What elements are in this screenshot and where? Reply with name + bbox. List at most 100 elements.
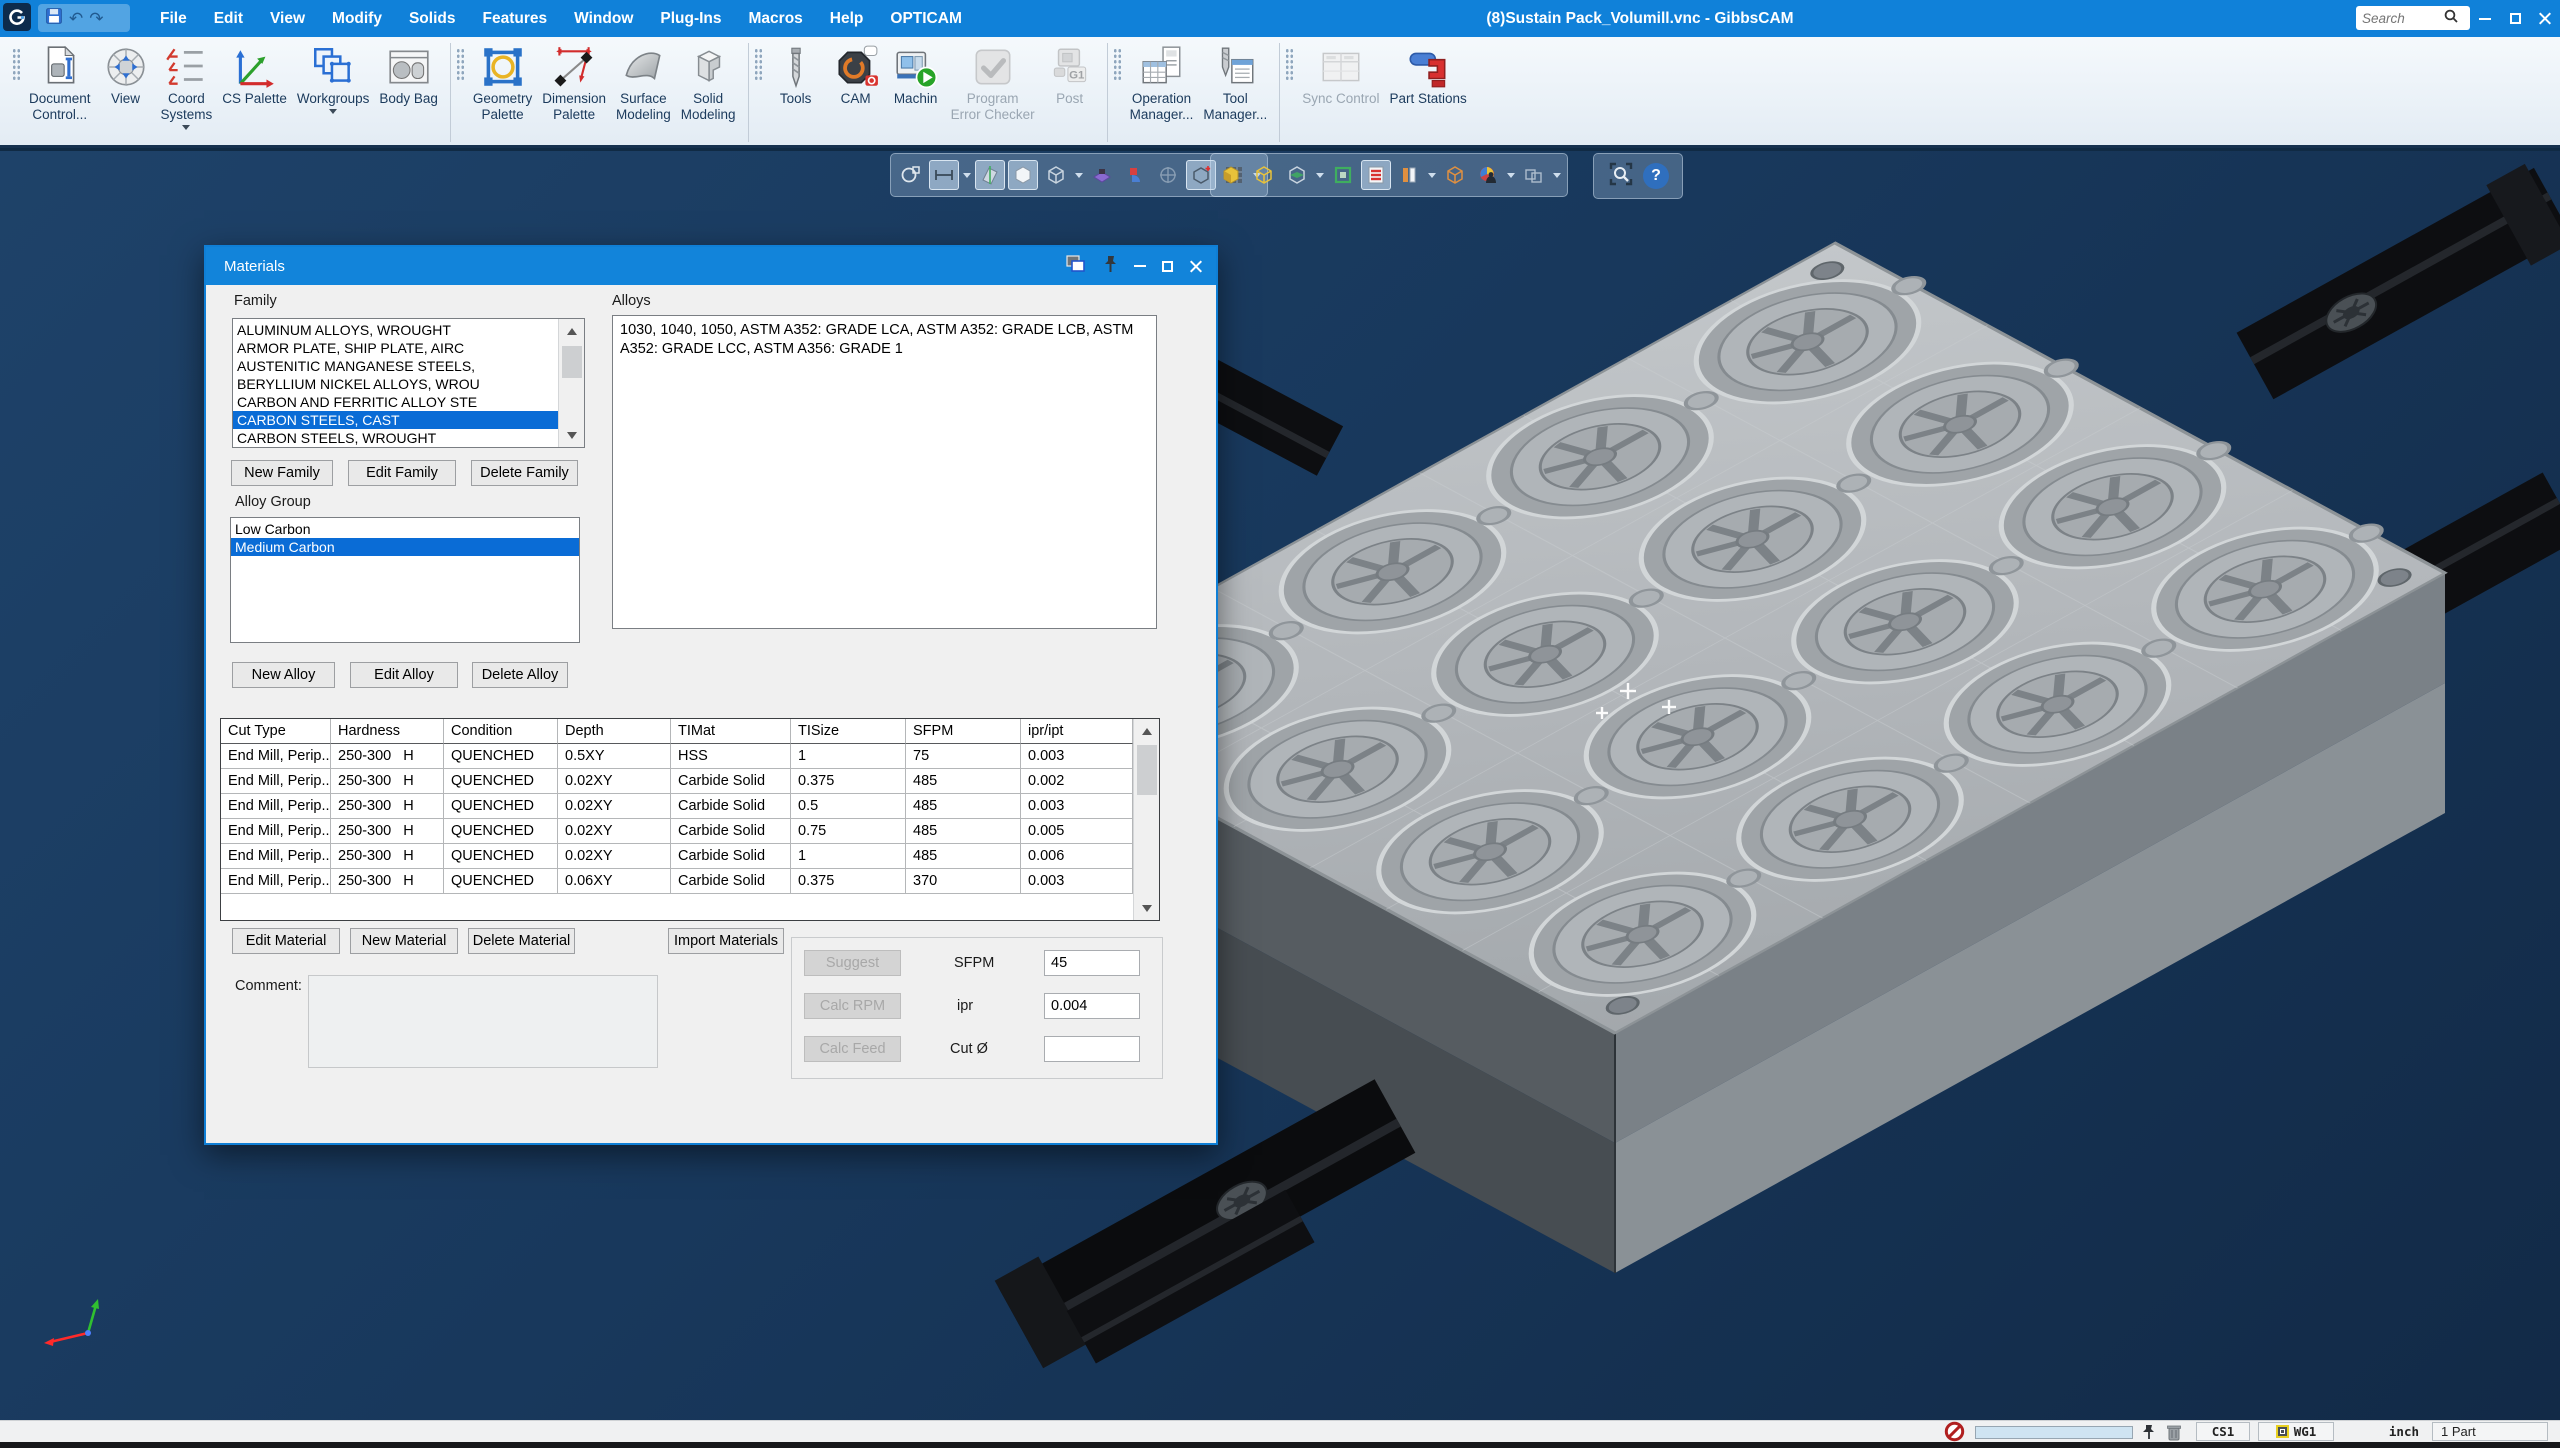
delete-alloy-button[interactable]: Delete Alloy <box>472 662 568 688</box>
maximize-button[interactable] <box>2500 0 2530 37</box>
cs-ghost-icon[interactable] <box>1153 160 1183 190</box>
column-header[interactable]: Hardness <box>331 719 444 744</box>
menu-features[interactable]: Features <box>482 10 547 28</box>
scroll-up-icon[interactable] <box>1134 719 1160 743</box>
chevron-down-icon[interactable] <box>1316 173 1324 178</box>
program-error-checker-button[interactable]: Program Error Checker <box>946 42 1040 124</box>
search-input[interactable] <box>2362 11 2440 26</box>
chevron-down-icon[interactable] <box>182 125 190 130</box>
menu-help[interactable]: Help <box>830 10 864 28</box>
family-item[interactable]: ALUMINUM ALLOYS, WROUGHT <box>233 321 558 339</box>
chevron-down-icon[interactable] <box>1075 173 1083 178</box>
menu-view[interactable]: View <box>270 10 305 28</box>
column-header[interactable]: TISize <box>791 719 906 744</box>
cs-palette-button[interactable]: CS Palette <box>217 42 292 108</box>
tools-button[interactable]: Tools <box>766 42 826 108</box>
new-material-button[interactable]: New Material <box>350 928 458 954</box>
family-item[interactable]: CARBON STEELS, WROUGHT <box>233 429 558 447</box>
help-icon[interactable]: ? <box>1643 163 1669 189</box>
menu-solids[interactable]: Solids <box>409 10 456 28</box>
alloys-box[interactable]: 1030, 1040, 1050, ASTM A352: GRADE LCA, … <box>612 315 1157 629</box>
workgroups-button[interactable]: Workgroups <box>292 42 375 115</box>
table-row[interactable]: End Mill, Perip...250-300 HQUENCHED0.02X… <box>221 819 1159 844</box>
cam-button[interactable]: CAM <box>826 42 886 108</box>
table-row[interactable]: End Mill, Perip...250-300 HQUENCHED0.02X… <box>221 794 1159 819</box>
scroll-thumb[interactable] <box>1137 745 1157 795</box>
edit-alloy-button[interactable]: Edit Alloy <box>350 662 458 688</box>
menu-file[interactable]: File <box>160 10 187 28</box>
render-material-icon[interactable] <box>1473 160 1503 190</box>
machining-button[interactable]: Machin <box>886 42 946 108</box>
solid-cube-icon[interactable] <box>1216 160 1246 190</box>
sketch-circle-icon[interactable] <box>896 160 926 190</box>
dimension-tool-icon[interactable] <box>929 160 959 190</box>
menu-edit[interactable]: Edit <box>214 10 243 28</box>
scroll-down-icon[interactable] <box>559 423 585 447</box>
body-bag-button[interactable]: Body Bag <box>374 42 443 108</box>
geometry-palette-button[interactable]: Geometry Palette <box>468 42 537 124</box>
menu-macros[interactable]: Macros <box>749 10 803 28</box>
sfpm-field[interactable] <box>1044 950 1140 976</box>
suggest-button[interactable]: Suggest <box>804 950 901 976</box>
scroll-down-icon[interactable] <box>1134 896 1160 920</box>
dialog-maximize-icon[interactable] <box>1162 261 1173 272</box>
column-header[interactable]: SFPM <box>906 719 1021 744</box>
column-header[interactable]: Cut Type <box>221 719 331 744</box>
workgroup-indicator[interactable]: WG1 <box>2258 1422 2334 1441</box>
clip-plane-icon[interactable] <box>1087 160 1117 190</box>
wire-gold-cube-icon[interactable] <box>1249 160 1279 190</box>
comment-textarea[interactable] <box>308 975 658 1068</box>
units-indicator[interactable]: inch <box>2352 1422 2428 1441</box>
cut-data-table[interactable]: Cut Type Hardness Condition Depth TIMat … <box>220 718 1160 921</box>
scroll-up-icon[interactable] <box>559 319 585 343</box>
family-item[interactable]: CARBON AND FERRITIC ALLOY STE <box>233 393 558 411</box>
shaded-view-icon[interactable] <box>1008 160 1038 190</box>
solid-modeling-button[interactable]: Solid Modeling <box>676 42 741 124</box>
sync-control-button[interactable]: Sync Control <box>1297 42 1384 108</box>
op-stack-icon[interactable] <box>1361 160 1391 190</box>
column-header[interactable]: Condition <box>444 719 558 744</box>
post-button[interactable]: G1 Post <box>1040 42 1100 108</box>
cut-diameter-field[interactable] <box>1044 1036 1140 1062</box>
new-alloy-button[interactable]: New Alloy <box>232 662 335 688</box>
chevron-down-icon[interactable] <box>329 109 337 114</box>
menu-window[interactable]: Window <box>574 10 633 28</box>
menu-opticam[interactable]: OPTICAM <box>890 10 961 28</box>
search-box[interactable] <box>2356 6 2470 30</box>
delete-family-button[interactable]: Delete Family <box>471 460 578 486</box>
column-header[interactable]: ipr/ipt <box>1021 719 1133 744</box>
new-family-button[interactable]: New Family <box>231 460 333 486</box>
family-item[interactable]: ARMOR PLATE, SHIP PLATE, AIRC <box>233 339 558 357</box>
redo-icon[interactable]: ↷ <box>89 10 103 27</box>
columns-icon[interactable] <box>1394 160 1424 190</box>
dimension-palette-button[interactable]: Dimension Palette <box>537 42 611 124</box>
wireframe-view-icon[interactable] <box>1041 160 1071 190</box>
column-header[interactable]: Depth <box>558 719 671 744</box>
menu-modify[interactable]: Modify <box>332 10 382 28</box>
document-control-button[interactable]: Document Control... <box>24 42 96 124</box>
family-item[interactable]: BERYLLIUM NICKEL ALLOYS, WROU <box>233 375 558 393</box>
cs-indicator[interactable]: CS1 <box>2196 1422 2250 1441</box>
dialog-pages-icon[interactable] <box>1065 255 1087 278</box>
dialog-close-icon[interactable] <box>1189 260 1202 273</box>
dialog-title-bar[interactable]: Materials <box>206 247 1216 285</box>
coord-systems-button[interactable]: Coord Systems <box>156 42 218 131</box>
view-button[interactable]: View <box>96 42 156 108</box>
zoom-select-icon[interactable] <box>1607 160 1635 193</box>
dialog-minimize-icon[interactable] <box>1134 265 1146 267</box>
part-count-indicator[interactable]: 1 Part <box>2432 1422 2548 1441</box>
section-view-icon[interactable] <box>975 160 1005 190</box>
minimize-button[interactable] <box>2470 0 2500 37</box>
pin-icon[interactable] <box>1103 255 1118 278</box>
alloy-group-item[interactable]: Low Carbon <box>231 520 579 538</box>
chevron-down-icon[interactable] <box>1553 173 1561 178</box>
column-header[interactable]: TIMat <box>671 719 791 744</box>
table-row[interactable]: End Mill, Perip...250-300 HQUENCHED0.02X… <box>221 769 1159 794</box>
facet-cube-icon[interactable] <box>1328 160 1358 190</box>
save-icon[interactable] <box>45 7 63 30</box>
swap-view-icon[interactable] <box>1120 160 1150 190</box>
undo-icon[interactable]: ↶ <box>69 10 83 27</box>
table-row[interactable]: End Mill, Perip...250-300 HQUENCHED0.5XY… <box>221 744 1159 769</box>
import-materials-button[interactable]: Import Materials <box>668 928 784 954</box>
close-button[interactable] <box>2530 0 2560 37</box>
